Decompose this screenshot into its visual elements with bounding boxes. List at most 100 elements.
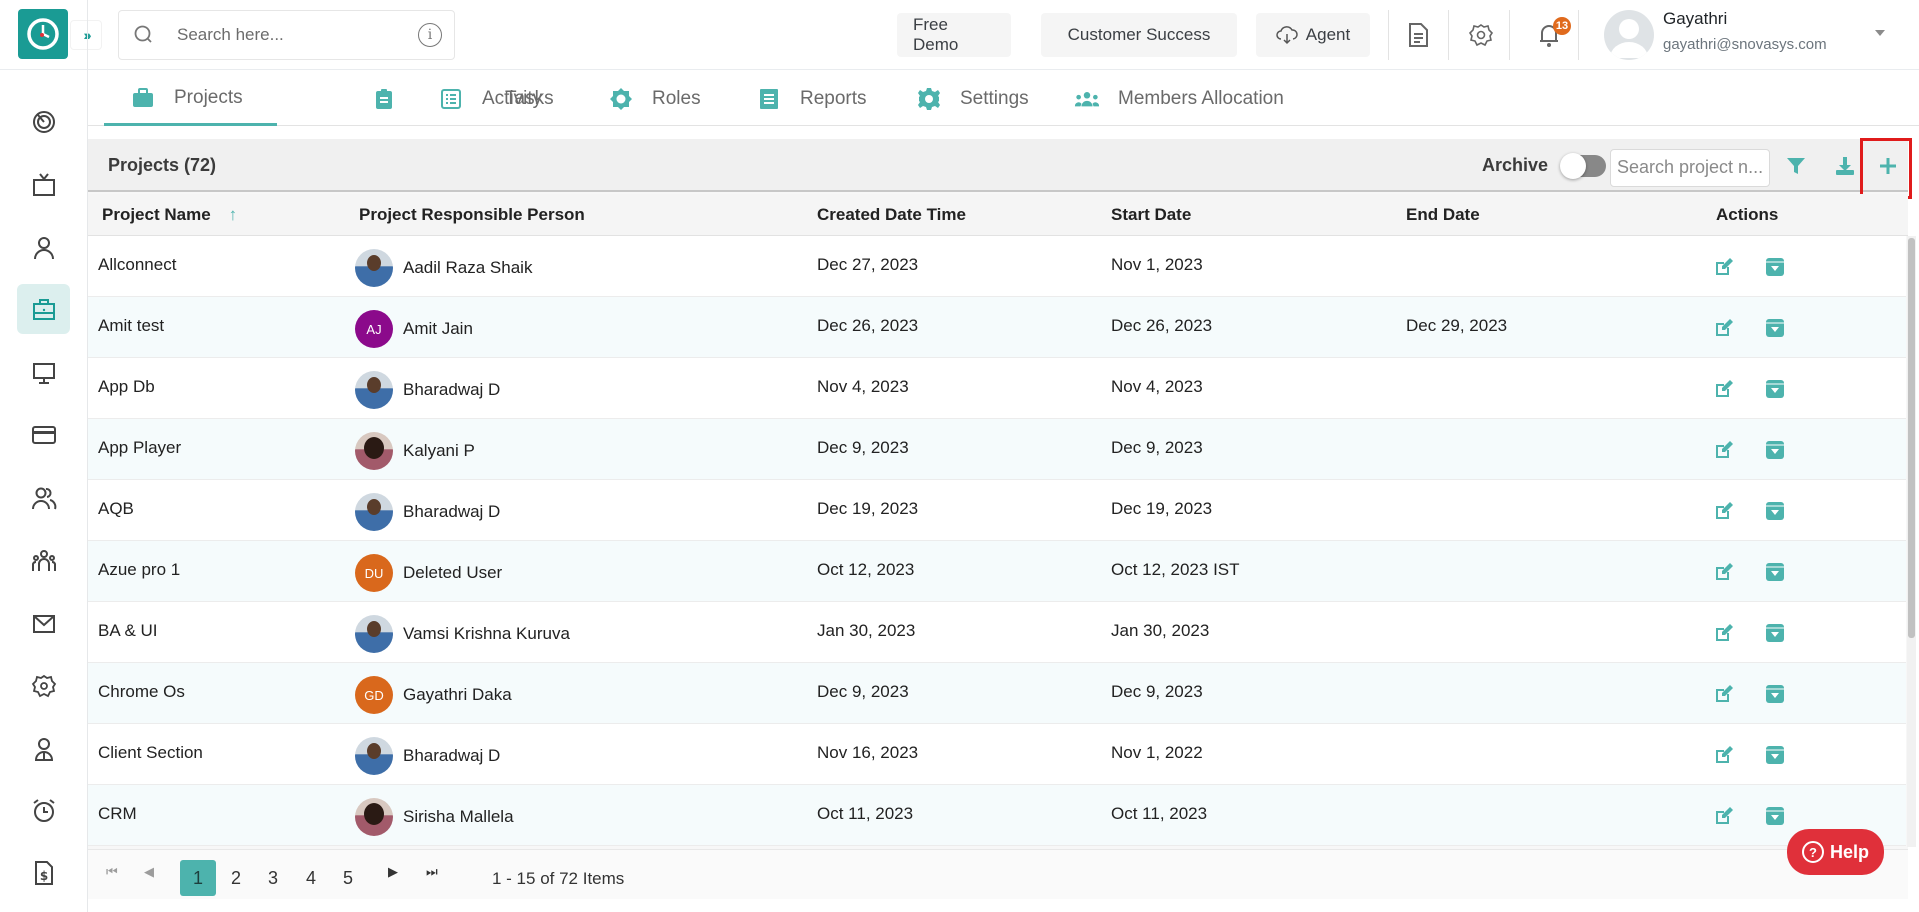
app-logo[interactable] [18,9,68,59]
archive-icon[interactable] [1764,683,1786,705]
sidebar-item-timesheet[interactable] [17,348,70,398]
archive-icon[interactable] [1764,744,1786,766]
edit-icon[interactable] [1713,317,1735,339]
prev-page-icon[interactable]: ◀ [144,864,154,880]
document-icon[interactable] [1403,20,1433,50]
next-page-icon[interactable]: ▶ [388,864,398,880]
table-row[interactable]: Allconnect Aadil Raza Shaik Dec 27, 2023 No… [88,236,1906,297]
search-input[interactable]: Search here... [177,25,418,45]
table-row[interactable]: CRM Sirisha Mallela Oct 11, 2023 Oct 11, 20… [88,785,1906,846]
sidebar-item-invoices[interactable]: $ [17,848,70,898]
edit-icon[interactable] [1713,622,1735,644]
column-created-date[interactable]: Created Date Time [817,205,966,225]
project-name[interactable]: AQB [98,499,134,519]
archive-icon[interactable] [1764,256,1786,278]
project-name[interactable]: Azue pro 1 [98,560,180,580]
user-menu-caret-icon[interactable] [1875,30,1885,36]
created-date: Oct 12, 2023 [817,560,915,579]
table-row[interactable]: Client Section Bharadwaj D Nov 16, 2023 Nov… [88,724,1906,785]
table-row[interactable]: Azue pro 1 DU Deleted User Oct 12, 2023 Oct … [88,541,1906,602]
table-row[interactable]: Amit test AJ Amit Jain Dec 26, 2023 Dec 26, … [88,297,1906,358]
page-1[interactable]: 1 [180,860,216,896]
archive-icon[interactable] [1764,805,1786,827]
edit-icon[interactable] [1713,500,1735,522]
archive-icon[interactable] [1764,561,1786,583]
sidebar-item-settings[interactable] [17,661,70,711]
sidebar-item-employee[interactable] [17,724,70,774]
archive-icon[interactable] [1764,439,1786,461]
last-page-icon[interactable]: ⏭ [426,864,438,880]
sidebar-item-billing[interactable] [17,410,70,460]
tab-members-allocation[interactable]: Members Allocation [1074,72,1284,126]
column-start-date[interactable]: Start Date [1111,205,1191,225]
download-icon[interactable] [1830,151,1860,181]
settings-icon[interactable] [1466,20,1496,50]
page-2[interactable]: 2 [218,860,254,896]
page-3[interactable]: 3 [255,860,291,896]
scrollbar-thumb[interactable] [1908,238,1915,638]
sort-ascending-icon[interactable]: ↑ [229,205,238,224]
question-circle-icon: ? [1801,841,1824,863]
column-project-name[interactable]: Project Name ↑ [102,205,237,225]
sidebar-item-users[interactable] [17,473,70,523]
archive-icon[interactable] [1764,500,1786,522]
edit-icon[interactable] [1713,561,1735,583]
expand-sidebar-button[interactable]: ››› [70,20,102,50]
person-name: Sirisha Mallela [403,807,514,826]
project-name[interactable]: BA & UI [98,621,158,641]
table-row[interactable]: AQB Bharadwaj D Dec 19, 2023 Dec 19, 2023 [88,480,1906,541]
project-name[interactable]: App Db [98,377,155,397]
sidebar-item-projects[interactable] [17,284,70,334]
tab-activity[interactable]: Activity [438,72,542,126]
sidebar-item-dashboard[interactable] [17,97,70,147]
table-scrollbar[interactable] [1907,236,1916,847]
sidebar-item-teams[interactable] [17,536,70,586]
edit-icon[interactable] [1713,256,1735,278]
page-4[interactable]: 4 [293,860,329,896]
sidebar-item-messages[interactable] [17,599,70,649]
table-row[interactable]: App Player Kalyani P Dec 9, 2023 Dec 9, 202… [88,419,1906,480]
table-row[interactable]: App Db Bharadwaj D Nov 4, 2023 Nov 4, 2023 [88,358,1906,419]
tab-roles[interactable]: Roles [608,72,701,126]
first-page-icon[interactable]: ⏮ [106,864,118,880]
project-name[interactable]: CRM [98,804,137,824]
archive-toggle[interactable] [1560,153,1606,179]
tab-settings[interactable]: Settings [916,72,1029,126]
global-search[interactable]: Search here... i [118,10,455,60]
archive-icon[interactable] [1764,378,1786,400]
project-search-input[interactable]: Search project n... [1610,149,1770,187]
column-responsible-person[interactable]: Project Responsible Person [359,205,585,225]
project-name[interactable]: App Player [98,438,181,458]
help-button[interactable]: ? Help [1787,829,1884,875]
edit-icon[interactable] [1713,439,1735,461]
agent-button[interactable]: Agent [1256,13,1370,57]
edit-icon[interactable] [1713,805,1735,827]
edit-icon[interactable] [1713,683,1735,705]
sidebar-item-profile[interactable] [17,223,70,273]
tab-reports[interactable]: Reports [756,72,867,126]
project-name[interactable]: Amit test [98,316,164,336]
archive-icon[interactable] [1764,622,1786,644]
user-name[interactable]: Gayathri [1663,9,1727,29]
project-name[interactable]: Chrome Os [98,682,185,702]
sidebar-item-alarm[interactable] [17,786,70,836]
info-icon[interactable]: i [418,23,442,47]
page-5[interactable]: 5 [330,860,366,896]
project-name[interactable]: Allconnect [98,255,176,275]
cloud-download-icon [1276,26,1298,45]
edit-icon[interactable] [1713,378,1735,400]
table-row[interactable]: Chrome Os GD Gayathri Daka Dec 9, 2023 Dec 9… [88,663,1906,724]
customer-success-button[interactable]: Customer Success [1041,13,1237,57]
filter-icon[interactable] [1781,151,1811,181]
sidebar-item-live[interactable] [17,160,70,210]
user-avatar[interactable] [1604,10,1654,60]
start-date: Nov 4, 2023 [1111,377,1203,396]
project-name[interactable]: Client Section [98,743,203,763]
column-end-date[interactable]: End Date [1406,205,1480,225]
edit-icon[interactable] [1713,744,1735,766]
tab-projects[interactable]: Projects [104,72,277,126]
table-header: Project Name ↑ Project Responsible Person… [88,194,1908,236]
table-row[interactable]: BA & UI Vamsi Krishna Kuruva Jan 30, 2023 J… [88,602,1906,663]
free-demo-button[interactable]: Free Demo [897,13,1011,57]
archive-icon[interactable] [1764,317,1786,339]
